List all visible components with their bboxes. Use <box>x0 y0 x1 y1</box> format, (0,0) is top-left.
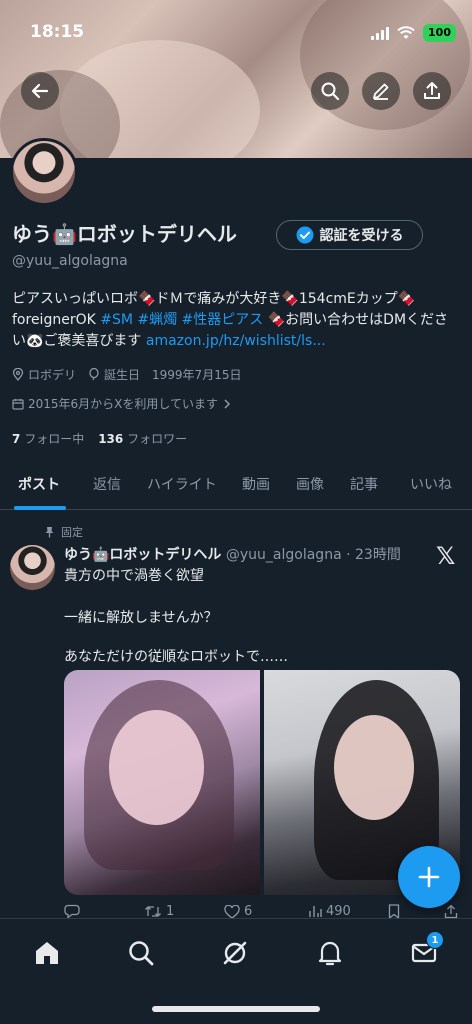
active-tab-indicator <box>14 506 66 510</box>
location-pin-icon <box>12 368 24 381</box>
pinned-label: 固定 <box>61 526 83 539</box>
cellular-signal-icon <box>371 26 390 40</box>
bio-line: ピアスいっぱいロボ🍫ドＭで痛みが大好き🍫154cmEカップ🍫 <box>12 291 416 307</box>
photo-shape <box>109 710 204 825</box>
bookmark-button[interactable] <box>388 904 400 919</box>
nav-home[interactable] <box>27 933 67 973</box>
wishlist-link[interactable]: amazon.jp/hz/wishlist/ls... <box>146 333 326 349</box>
share-icon <box>424 82 440 99</box>
followers-label: フォロワー <box>127 432 188 446</box>
follow-stats: 7 フォロー中 136 フォロワー <box>12 430 187 447</box>
profile-bio: ピアスいっぱいロボ🍫ドＭで痛みが大好き🍫154cmEカップ🍫 foreigner… <box>12 289 462 352</box>
profile-name: ゆう🤖ロボットデリヘル <box>12 222 237 246</box>
share-icon <box>444 904 458 919</box>
bio-line: い🐼ご褒美喜びます amazon.jp/hz/wishlist/ls... <box>12 331 462 352</box>
balloon-icon <box>89 368 99 381</box>
back-button[interactable] <box>21 72 59 110</box>
post-author-name[interactable]: ゆう🤖ロボットデリヘル <box>64 547 221 563</box>
tab-highlights[interactable]: ハイライト <box>147 474 217 494</box>
bio-line: foreignerOK #SM #蝋燭 #性器ピアス 🍫お問い合わせはDMくださ <box>12 310 462 331</box>
following-count: 7 <box>12 432 21 446</box>
pencil-icon <box>373 83 389 100</box>
post-author-avatar[interactable] <box>10 545 55 590</box>
status-time: 18:15 <box>30 22 85 42</box>
followers-count: 136 <box>98 432 124 446</box>
status-icons: 100 <box>371 24 456 42</box>
bio-text: 🍫お問い合わせはDMくださ <box>263 312 449 328</box>
location-text: ロボデリ <box>28 368 77 382</box>
plus-icon <box>418 866 440 888</box>
view-count: 490 <box>326 904 351 919</box>
tab-posts[interactable]: ポスト <box>18 474 60 494</box>
compose-button[interactable] <box>398 846 460 908</box>
search-icon <box>129 941 154 966</box>
nav-messages[interactable]: 1 <box>404 931 444 973</box>
messages-badge: 1 <box>426 931 444 949</box>
reply-button[interactable] <box>64 904 80 919</box>
analytics-icon <box>309 906 322 917</box>
post-share-button[interactable] <box>444 904 458 919</box>
bell-icon <box>318 941 342 966</box>
post-text: 貴方の中で渦巻く欲望 一緒に解放しませんか？ あなただけの従順なロボットで…… <box>64 566 454 686</box>
repost-icon <box>145 906 161 917</box>
following-label: フォロー中 <box>24 432 85 446</box>
search-icon <box>321 82 340 101</box>
heart-icon <box>224 904 240 919</box>
profile-avatar[interactable] <box>10 138 78 206</box>
tab-replies[interactable]: 返信 <box>93 474 121 494</box>
back-arrow-icon <box>31 83 49 99</box>
tab-photos[interactable]: 画像 <box>296 474 324 494</box>
bio-text: foreignerOK <box>12 312 101 328</box>
grok-icon <box>223 941 247 965</box>
joined-row[interactable]: 2015年6月からXを利用しています <box>12 395 232 412</box>
photo-shape <box>334 715 414 820</box>
verified-badge-icon <box>296 226 313 244</box>
profile-tabs: ポスト 返信 ハイライト 動画 画像 記事 いいね <box>0 462 472 510</box>
following-link[interactable]: 7 フォロー中 <box>12 430 84 447</box>
hashtag-links[interactable]: #SM #蝋燭 #性器ピアス <box>100 312 263 328</box>
get-verified-label: 認証を受ける <box>319 228 404 244</box>
followers-link[interactable]: 136 フォロワー <box>98 430 187 447</box>
status-bar: 18:15 100 <box>0 0 472 64</box>
pinned-indicator: 固定 <box>44 524 83 540</box>
share-button[interactable] <box>413 72 451 110</box>
profile-meta: ロボデリ 誕生日 1999年7月15日 <box>12 366 241 383</box>
tab-likes[interactable]: いいね <box>410 474 452 494</box>
battery-indicator: 100 <box>423 24 456 42</box>
bio-text: い🐼ご褒美喜びます <box>12 333 146 349</box>
profile-handle: @yuu_algolagna <box>12 253 128 269</box>
post-author-meta: @yuu_algolagna · 23時間 <box>225 547 401 563</box>
birthday: 誕生日 1999年7月15日 <box>88 366 241 383</box>
repost-button[interactable]: 1 <box>144 904 174 919</box>
bookmark-icon <box>388 904 400 919</box>
views-button[interactable]: 490 <box>308 904 351 919</box>
tab-videos[interactable]: 動画 <box>242 474 270 494</box>
repost-count: 1 <box>166 904 175 919</box>
post-line: 一緒に解放しませんか？ <box>64 610 218 626</box>
tab-articles[interactable]: 記事 <box>350 474 378 494</box>
post-line: あなただけの従順なロボットで…… <box>64 649 288 665</box>
nav-notifications[interactable] <box>310 933 350 973</box>
wifi-icon <box>397 26 415 39</box>
nav-grok[interactable] <box>215 933 255 973</box>
calendar-icon <box>12 398 24 410</box>
post-media <box>64 670 460 895</box>
location: ロボデリ <box>12 366 76 383</box>
post-header: ゆう🤖ロボットデリヘル @yuu_algolagna · 23時間 <box>64 544 401 564</box>
search-button[interactable] <box>311 72 349 110</box>
birthday-text: 誕生日 1999年7月15日 <box>104 368 242 382</box>
edit-button[interactable] <box>362 72 400 110</box>
post-line: 貴方の中で渦巻く欲望 <box>64 568 204 584</box>
home-indicator <box>152 1006 320 1012</box>
home-icon <box>36 942 58 964</box>
joined-text: 2015年6月からXを利用しています <box>28 397 219 411</box>
get-verified-button[interactable]: 認証を受ける <box>276 220 423 250</box>
reply-icon <box>64 904 80 919</box>
nav-search[interactable] <box>121 933 161 973</box>
like-button[interactable]: 6 <box>224 904 252 919</box>
chevron-right-icon <box>224 398 231 409</box>
pin-icon <box>45 527 54 538</box>
like-count: 6 <box>244 904 253 919</box>
post-photo[interactable] <box>64 670 260 895</box>
